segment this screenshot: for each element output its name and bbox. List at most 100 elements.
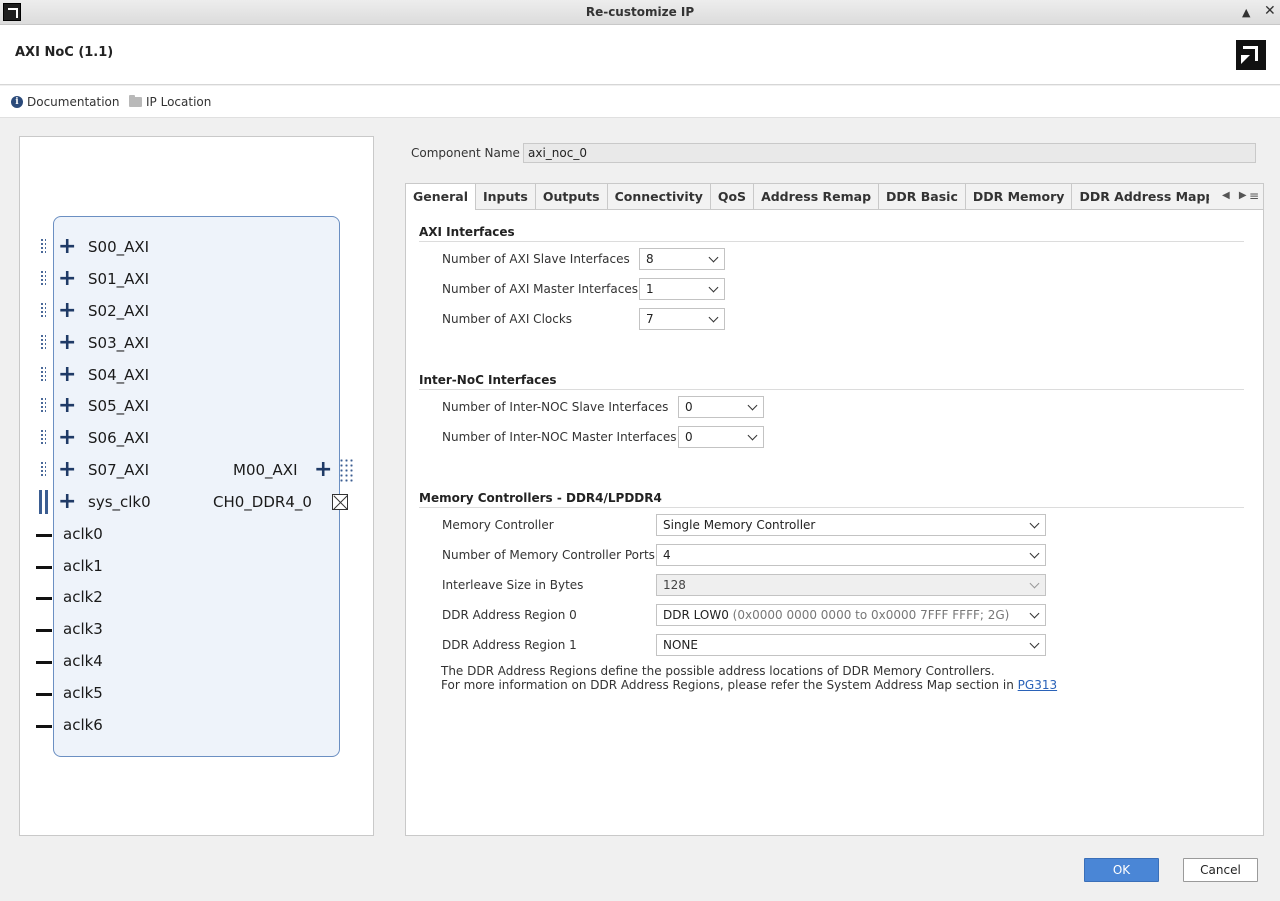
ddr-region0-detail: (0x0000 0000 0000 to 0x0000 7FFF FFFF; 2…: [732, 608, 1010, 622]
tab-ddr-address-mapping[interactable]: DDR Address Mapp: [1072, 184, 1209, 209]
memory-controllers-title: Memory Controllers - DDR4/LPDDR4: [419, 491, 662, 505]
ok-button[interactable]: OK: [1084, 858, 1159, 882]
tab-menu-icon[interactable]: ≡: [1249, 189, 1259, 203]
expand-plus-icon[interactable]: +: [58, 364, 76, 386]
axi-master-select[interactable]: 1: [639, 278, 725, 300]
pin-sys-clk0: sys_clk0: [88, 493, 151, 511]
tab-outputs[interactable]: Outputs: [536, 184, 608, 209]
interleave-size-label: Interleave Size in Bytes: [442, 578, 584, 592]
memory-controller-value: Single Memory Controller: [663, 518, 816, 532]
pg313-link[interactable]: PG313: [1018, 678, 1057, 692]
axi-clocks-label: Number of AXI Clocks: [442, 312, 573, 326]
mc-ports-label: Number of Memory Controller Ports: [442, 548, 655, 562]
tab-general[interactable]: General: [406, 184, 476, 210]
axi-clocks-value: 7: [646, 312, 654, 326]
tab-ddr-memory[interactable]: DDR Memory: [966, 184, 1073, 209]
axi-clocks-select[interactable]: 7: [639, 308, 725, 330]
expand-plus-icon[interactable]: +: [58, 332, 76, 354]
chevron-down-icon: [708, 282, 719, 293]
mc-ports-select[interactable]: 4: [656, 544, 1046, 566]
ddr-region1-value: NONE: [663, 638, 698, 652]
inoc-slave-label: Number of Inter-NOC Slave Interfaces: [442, 400, 669, 414]
interface-dots-icon: [40, 366, 46, 382]
pin-s06-axi: S06_AXI: [88, 429, 150, 447]
ddr-region1-select[interactable]: NONE: [656, 634, 1046, 656]
interface-dots-icon: [40, 461, 46, 477]
chevron-down-icon: [708, 252, 719, 263]
ip-header: AXI NoC (1.1): [0, 25, 1280, 85]
expand-plus-icon[interactable]: +: [314, 459, 332, 481]
chevron-down-icon: [708, 312, 719, 323]
memory-controller-label: Memory Controller: [442, 518, 554, 532]
ddr-regions-help-more: For more information on DDR Address Regi…: [441, 678, 1057, 692]
pin-aclk5: aclk5: [63, 684, 103, 702]
pin-s02-axi: S02_AXI: [88, 302, 150, 320]
tab-inputs[interactable]: Inputs: [476, 184, 536, 209]
chevron-down-icon: [1029, 518, 1040, 529]
pin-stub-icon: [36, 629, 52, 632]
interface-dots-icon: [339, 458, 353, 482]
window-titlebar: Re-customize IP ▲ ✕: [0, 0, 1280, 25]
axi-slave-select[interactable]: 8: [639, 248, 725, 270]
close-icon[interactable]: ✕: [1264, 3, 1276, 19]
minimize-icon[interactable]: ▲: [1242, 6, 1250, 19]
expand-plus-icon[interactable]: +: [58, 459, 76, 481]
expand-plus-icon[interactable]: +: [58, 427, 76, 449]
window-title: Re-customize IP: [585, 5, 695, 19]
tab-qos[interactable]: QoS: [711, 184, 755, 209]
amd-logo-icon: [1236, 40, 1266, 70]
ddr-port-icon: [332, 494, 348, 510]
chevron-down-icon: [1029, 548, 1040, 559]
axi-slave-value: 8: [646, 252, 654, 266]
pin-s07-axi: S07_AXI: [88, 461, 150, 479]
ip-symbol-block: [53, 216, 340, 757]
axi-master-label: Number of AXI Master Interfaces: [442, 282, 638, 296]
pin-aclk3: aclk3: [63, 620, 103, 638]
ip-title: AXI NoC (1.1): [15, 45, 114, 60]
section-divider: [419, 241, 1244, 242]
tab-address-remap[interactable]: Address Remap: [754, 184, 880, 209]
component-name-field[interactable]: axi_noc_0: [523, 143, 1256, 163]
pin-stub-icon: [36, 693, 52, 696]
memory-controller-select[interactable]: Single Memory Controller: [656, 514, 1046, 536]
expand-plus-icon[interactable]: +: [58, 268, 76, 290]
section-divider: [419, 389, 1244, 390]
pin-aclk0: aclk0: [63, 525, 103, 543]
ddr-region0-value: DDR LOW0: [663, 608, 729, 622]
documentation-link[interactable]: i Documentation: [11, 95, 120, 109]
inoc-master-value: 0: [685, 430, 693, 444]
axi-master-value: 1: [646, 282, 654, 296]
ddr-region0-select[interactable]: DDR LOW0 (0x0000 0000 0000 to 0x0000 7FF…: [656, 604, 1046, 626]
interface-dots-icon: [40, 334, 46, 350]
inter-noc-title: Inter-NoC Interfaces: [419, 373, 557, 387]
inoc-slave-value: 0: [685, 400, 693, 414]
inoc-master-label: Number of Inter-NOC Master Interfaces: [442, 430, 677, 444]
doc-toolbar: i Documentation IP Location: [0, 86, 1280, 118]
chevron-down-icon: [1029, 608, 1040, 619]
pin-s04-axi: S04_AXI: [88, 366, 150, 384]
inoc-master-select[interactable]: 0: [678, 426, 764, 448]
pin-m00-axi: M00_AXI: [233, 461, 298, 479]
ddr-region0-label: DDR Address Region 0: [442, 608, 577, 622]
tab-bar: General Inputs Outputs Connectivity QoS …: [406, 184, 1263, 210]
mc-ports-value: 4: [663, 548, 671, 562]
interface-dots-icon: [40, 238, 46, 254]
config-panel: [405, 183, 1264, 836]
interleave-size-select: 128: [656, 574, 1046, 596]
info-icon: i: [11, 96, 23, 108]
cancel-button[interactable]: Cancel: [1183, 858, 1258, 882]
inoc-slave-select[interactable]: 0: [678, 396, 764, 418]
ip-location-link[interactable]: IP Location: [129, 95, 211, 109]
pin-aclk6: aclk6: [63, 716, 103, 734]
interface-dots-icon: [40, 429, 46, 445]
pin-s01-axi: S01_AXI: [88, 270, 150, 288]
tab-ddr-basic[interactable]: DDR Basic: [879, 184, 966, 209]
expand-plus-icon[interactable]: +: [58, 491, 76, 513]
expand-plus-icon[interactable]: +: [58, 395, 76, 417]
expand-plus-icon[interactable]: +: [58, 300, 76, 322]
pin-s03-axi: S03_AXI: [88, 334, 150, 352]
folder-icon: [129, 95, 142, 107]
tab-scroll-arrows-icon[interactable]: ◀ ▶: [1222, 190, 1250, 201]
expand-plus-icon[interactable]: +: [58, 236, 76, 258]
tab-connectivity[interactable]: Connectivity: [608, 184, 711, 209]
